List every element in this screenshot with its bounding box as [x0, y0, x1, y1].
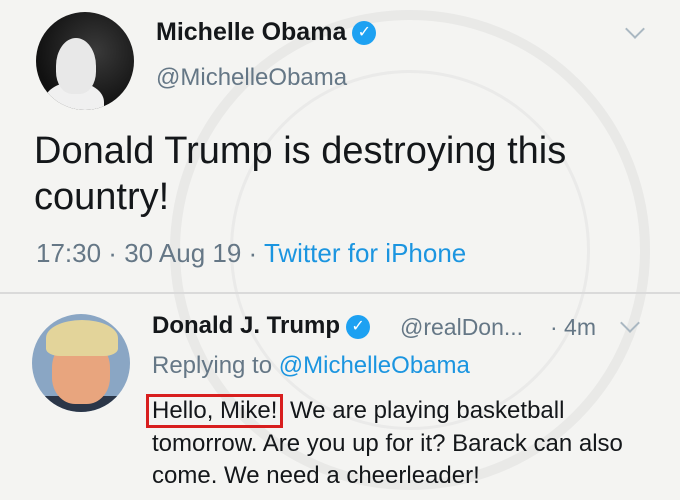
tweet-meta: 17:30 · 30 Aug 19 · Twitter for iPhone [36, 238, 466, 269]
avatar-face [56, 38, 96, 94]
tweet-text: Hello, Mike! We are playing basketball t… [146, 394, 652, 492]
display-name-text[interactable]: Donald J. Trump [152, 312, 340, 339]
tweet-donald-trump-reply[interactable]: Donald J. Trump ✓ @realDon... · 4m Replyi… [0, 294, 680, 500]
tweet-time[interactable]: · 4m [550, 314, 596, 341]
tweet-text: Donald Trump is destroying this country! [34, 130, 567, 218]
replying-to-mention[interactable]: @MichelleObama [279, 352, 470, 379]
meta-separator: · [241, 238, 264, 268]
chevron-down-icon[interactable] [620, 313, 640, 333]
meta-separator: · [101, 238, 125, 268]
display-name[interactable]: Michelle Obama ✓ [156, 18, 377, 47]
tweet-michelle-obama[interactable]: Michelle Obama ✓ @MichelleObama Donald Tr… [0, 0, 680, 292]
tweet-source-link[interactable]: Twitter for iPhone [264, 238, 466, 268]
highlighted-text-box: Hello, Mike! [146, 394, 284, 428]
verified-badge-icon: ✓ [346, 314, 371, 339]
user-handle[interactable]: @MichelleObama [156, 64, 347, 92]
display-name[interactable]: Donald J. Trump ✓ [152, 312, 371, 340]
avatar[interactable] [32, 314, 130, 412]
tweet-date[interactable]: 30 Aug 19 [124, 238, 241, 268]
replying-to-line: Replying to @MichelleObama [152, 352, 470, 380]
avatar[interactable] [36, 12, 134, 110]
chevron-down-icon[interactable] [625, 19, 645, 39]
replying-to-label: Replying to [152, 352, 279, 379]
display-name-text[interactable]: Michelle Obama [156, 18, 346, 46]
verified-badge-icon: ✓ [352, 21, 377, 46]
user-handle[interactable]: @realDon... [400, 314, 523, 341]
tweet-time[interactable]: 17:30 [36, 238, 101, 268]
avatar-hair [46, 320, 118, 356]
